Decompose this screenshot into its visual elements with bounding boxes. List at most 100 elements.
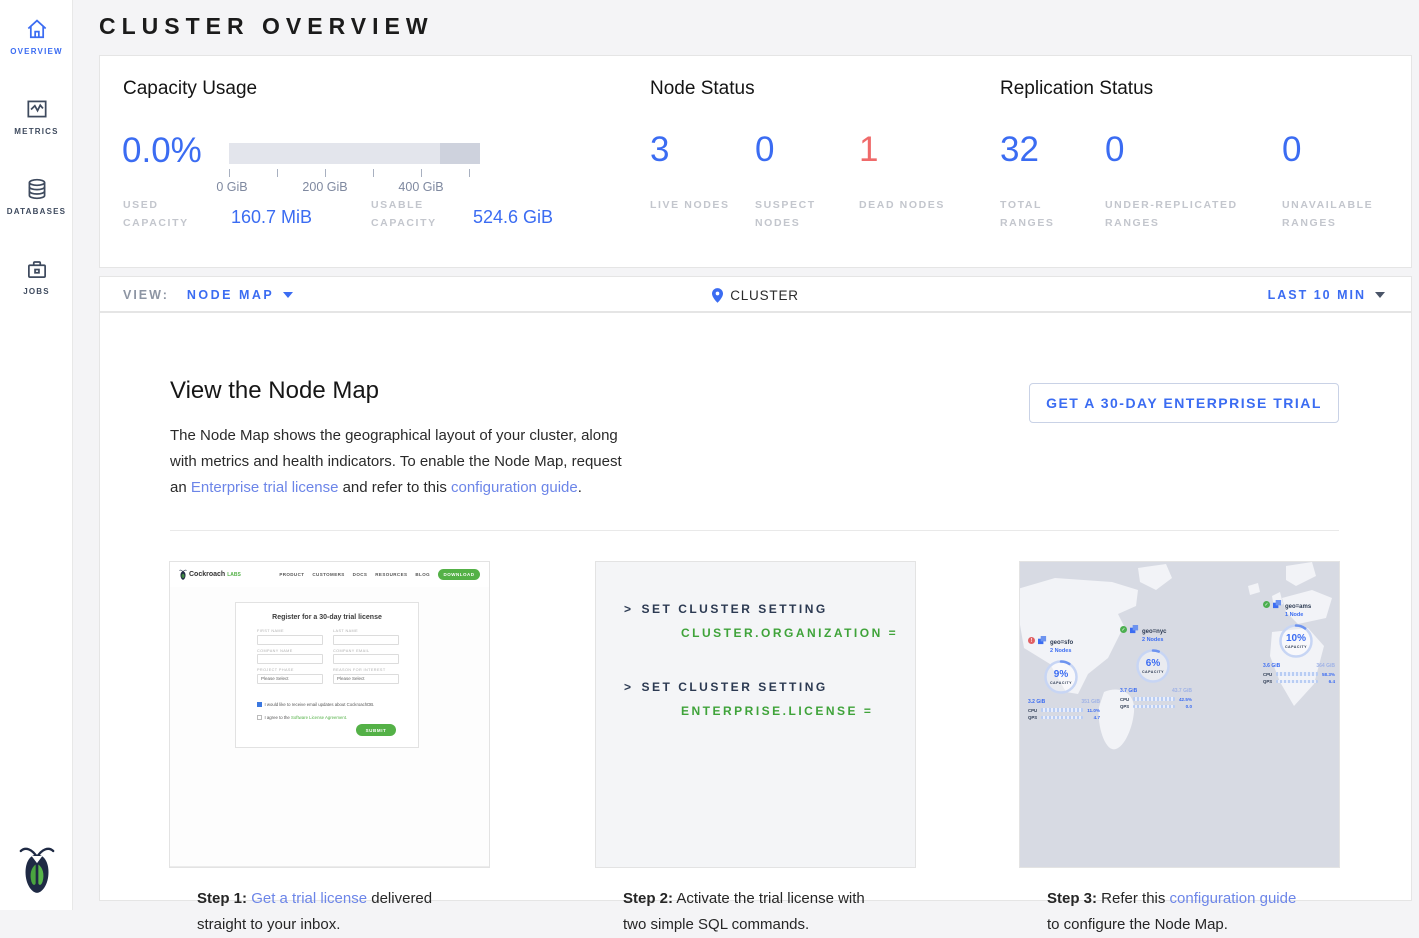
total-ranges-value: 32 xyxy=(1000,128,1039,172)
step-1-caption: Step 1: Get a trial license delivered st… xyxy=(170,867,489,938)
capacity-bar xyxy=(229,143,480,164)
mini-field: REASON FOR INTERESTPlease Select xyxy=(333,668,399,684)
description-text: and refer to this xyxy=(338,479,451,496)
total-ranges-label: TOTAL RANGES xyxy=(1000,196,1090,232)
cpu-value: 11.0% xyxy=(1086,708,1100,713)
get-trial-license-link[interactable]: Get a trial license xyxy=(251,890,367,907)
divider xyxy=(170,530,1339,531)
total-capacity: 351 GiB xyxy=(1081,699,1100,705)
sidebar-item-jobs[interactable]: JOBS xyxy=(0,256,73,296)
qps-bar xyxy=(1041,716,1083,720)
mini-field: COMPANY NAME xyxy=(257,649,323,665)
mini-field: FIRST NAME xyxy=(257,629,323,645)
node-map-preview: ! geo=sfo 2 Nodes 9% CAPACITY xyxy=(1020,562,1339,867)
map-node-sfo: ! geo=sfo 2 Nodes 9% CAPACITY xyxy=(1028,636,1114,720)
dead-nodes-value: 1 xyxy=(859,128,878,172)
mini-nav-item: DOCS xyxy=(353,572,368,577)
qps-value: 0.0 xyxy=(1178,704,1192,709)
node-count: 2 Nodes xyxy=(1050,648,1073,655)
checkbox-icon xyxy=(257,702,262,707)
enterprise-trial-button[interactable]: GET A 30-DAY ENTERPRISE TRIAL xyxy=(1029,383,1339,423)
locality-name: geo=ams xyxy=(1285,604,1311,610)
sidebar-item-overview[interactable]: OVERVIEW xyxy=(0,16,73,56)
mini-form-title: Register for a 30-day trial license xyxy=(236,614,418,621)
axis-tick xyxy=(277,169,278,177)
live-nodes-value: 3 xyxy=(650,128,669,172)
brand-name: Cockroach xyxy=(189,571,225,578)
configuration-guide-link[interactable]: configuration guide xyxy=(1170,890,1297,907)
ok-status-icon: ✓ xyxy=(1263,601,1270,608)
mini-registration-form: Register for a 30-day trial license FIRS… xyxy=(235,602,419,748)
cpu-label: CPU xyxy=(1120,697,1130,702)
axis-tick xyxy=(229,169,230,177)
ok-status-icon: ✓ xyxy=(1120,626,1127,633)
home-icon xyxy=(0,16,73,42)
capacity-label: CAPACITY xyxy=(1285,645,1307,649)
locality-name: geo=sfo xyxy=(1050,640,1073,646)
cpu-bar xyxy=(1133,697,1175,701)
view-bar: VIEW: NODE MAP CLUSTER LAST 10 MIN xyxy=(99,276,1412,312)
mini-nav-item: CUSTOMERS xyxy=(312,572,344,577)
configuration-guide-link[interactable]: configuration guide xyxy=(451,479,578,496)
mini-nav-item: PRODUCT xyxy=(279,572,304,577)
step-2-caption: Step 2: Activate the trial license with … xyxy=(596,867,915,938)
mini-site-nav: PRODUCT CUSTOMERS DOCS RESOURCES BLOG xyxy=(279,572,430,577)
section-heading: View the Node Map xyxy=(170,377,379,405)
briefcase-icon xyxy=(0,256,73,282)
axis-tick-label: 400 GiB xyxy=(398,180,443,194)
used-capacity-value: 160.7 MiB xyxy=(231,207,312,228)
page-title: CLUSTER OVERVIEW xyxy=(99,13,434,40)
suspect-nodes-value: 0 xyxy=(755,128,774,172)
node-cube-icon xyxy=(1038,636,1047,645)
usable-capacity-value: 524.6 GiB xyxy=(473,207,553,228)
under-replicated-ranges-value: 0 xyxy=(1105,128,1124,172)
sql-command: SET CLUSTER SETTING xyxy=(642,602,828,616)
cpu-label: CPU xyxy=(1028,708,1038,713)
sidebar-label: DATABASES xyxy=(0,207,73,216)
enterprise-trial-license-link[interactable]: Enterprise trial license xyxy=(191,479,339,496)
replication-status-title: Replication Status xyxy=(1000,78,1153,100)
mini-nav-item: RESOURCES xyxy=(375,572,407,577)
sidebar-item-databases[interactable]: DATABASES xyxy=(0,176,73,216)
sidebar-item-metrics[interactable]: METRICS xyxy=(0,96,73,136)
sidebar-label: METRICS xyxy=(0,127,73,136)
sql-prompt: > xyxy=(624,680,634,694)
cockroachdb-logo xyxy=(0,843,73,900)
axis-tick-label: 0 GiB xyxy=(216,180,247,194)
map-node-nyc: ✓ geo=nyc 2 Nodes 6% CAPACITY xyxy=(1120,625,1206,709)
qps-value: 6.4 xyxy=(1321,679,1335,684)
capacity-percent: 6% xyxy=(1146,659,1160,669)
sidebar: OVERVIEW METRICS DATABASES xyxy=(0,0,73,910)
breadcrumb: CLUSTER xyxy=(730,288,799,303)
trial-registration-screenshot: Cockroach LABS PRODUCT CUSTOMERS DOCS RE… xyxy=(170,562,489,867)
step-3-card: ! geo=sfo 2 Nodes 9% CAPACITY xyxy=(1019,561,1340,868)
capacity-gauge: 6% CAPACITY xyxy=(1134,647,1172,685)
used-capacity: 3.7 GiB xyxy=(1120,688,1137,694)
capacity-bar-usable-segment xyxy=(229,143,440,164)
axis-tick xyxy=(373,169,374,177)
map-node-ams: ✓ geo=ams 1 Node 10% CAPACITY xyxy=(1263,600,1339,684)
section-description: The Node Map shows the geographical layo… xyxy=(170,423,640,501)
capacity-gauge: 10% CAPACITY xyxy=(1277,622,1315,660)
qps-bar xyxy=(1276,680,1318,684)
sidebar-label: JOBS xyxy=(0,287,73,296)
mini-site-brand: Cockroach LABS xyxy=(189,571,241,578)
capacity-percent: 10% xyxy=(1286,634,1306,644)
cpu-bar xyxy=(1041,708,1083,712)
qps-label: QPS xyxy=(1263,679,1273,684)
sql-argument: ENTERPRISE.LICENSE = xyxy=(681,704,873,718)
sql-argument: CLUSTER.ORGANIZATION = xyxy=(681,626,898,640)
mini-nav-item: BLOG xyxy=(415,572,430,577)
metrics-icon xyxy=(0,96,73,122)
mini-checkbox-updates: I would like to receive email updates ab… xyxy=(257,702,374,707)
node-status-title: Node Status xyxy=(650,78,755,100)
node-map-panel: View the Node Map The Node Map shows the… xyxy=(99,312,1412,901)
time-range-dropdown[interactable]: LAST 10 MIN xyxy=(1268,277,1385,313)
cockroach-labs-logo-icon xyxy=(179,569,187,580)
description-text: . xyxy=(578,479,582,496)
qps-label: QPS xyxy=(1120,704,1130,709)
capacity-bar-other-segment xyxy=(440,143,480,164)
mini-submit-button: SUBMIT xyxy=(356,724,396,736)
location-pin-icon xyxy=(712,288,723,303)
database-icon xyxy=(0,176,73,202)
